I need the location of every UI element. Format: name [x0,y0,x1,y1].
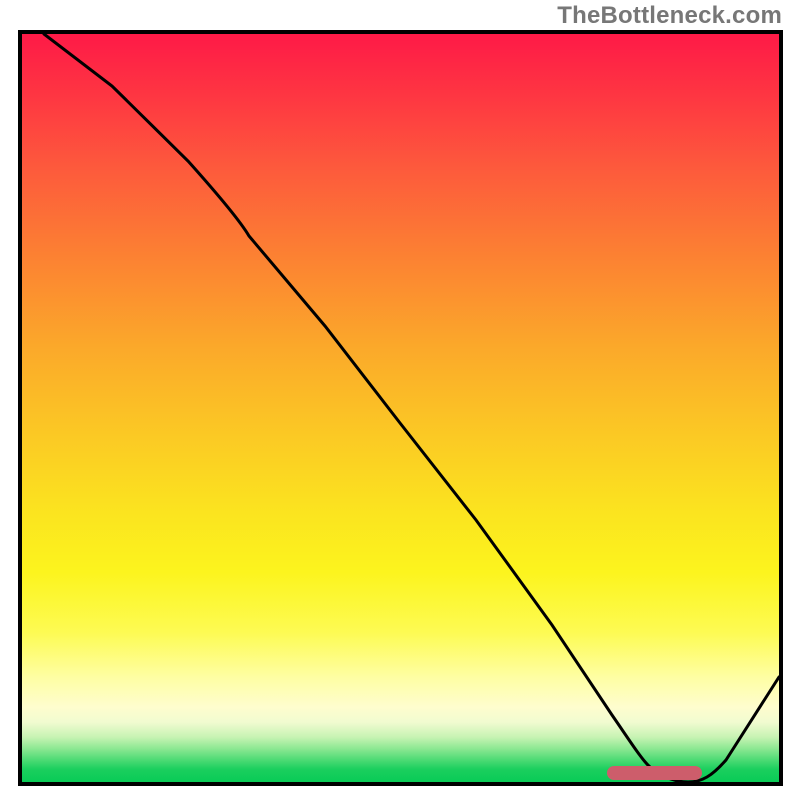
chart-area [18,30,783,786]
attribution-label: TheBottleneck.com [557,2,782,30]
optimal-range-marker [607,766,702,780]
bottleneck-curve [22,34,779,782]
curve-path [44,34,779,782]
